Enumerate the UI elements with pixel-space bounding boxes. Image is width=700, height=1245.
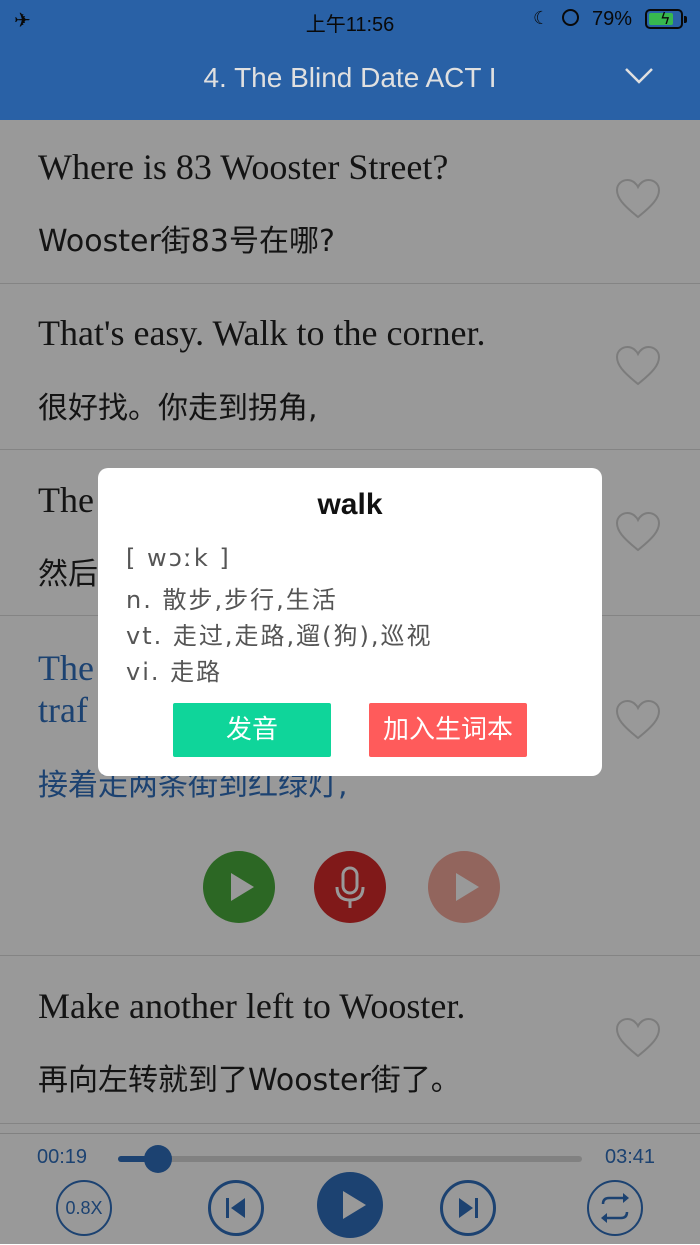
definition-line: n. 散步,步行,生活 bbox=[126, 586, 338, 614]
header-dim-overlay bbox=[0, 0, 700, 120]
dialog-word: walk bbox=[317, 488, 383, 521]
word-definition-dialog: walk [ wɔːk ] n. 散步,步行,生活 vt. 走过,走路,遛(狗)… bbox=[98, 468, 602, 776]
phonetic-text: [ wɔːk ] bbox=[126, 544, 231, 572]
pronounce-button[interactable]: 发音 bbox=[173, 703, 331, 757]
add-to-vocabulary-button[interactable]: 加入生词本 bbox=[369, 703, 527, 757]
definition-line: vt. 走过,走路,遛(狗),巡视 bbox=[126, 622, 433, 650]
definition-line: vi. 走路 bbox=[126, 658, 223, 686]
